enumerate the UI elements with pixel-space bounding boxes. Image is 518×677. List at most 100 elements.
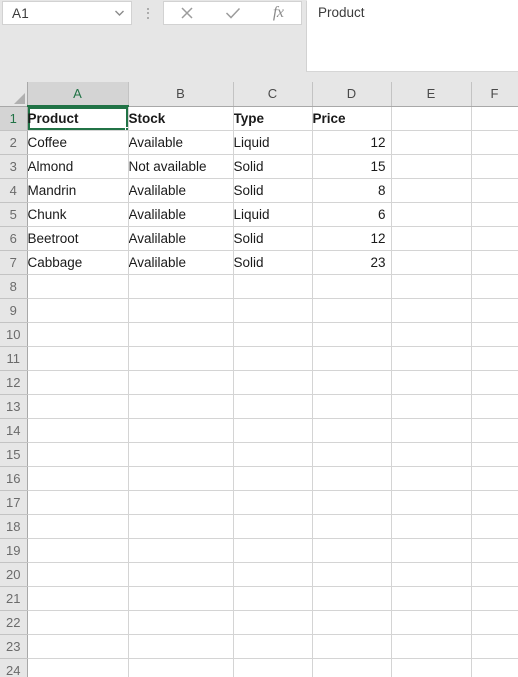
cell-b13[interactable] <box>128 394 234 419</box>
cell-e2[interactable] <box>391 130 472 155</box>
cell-e14[interactable] <box>391 418 472 443</box>
cell-c14[interactable] <box>233 418 313 443</box>
cell-c3[interactable]: Solid <box>233 154 313 179</box>
cell-f7[interactable] <box>471 250 518 275</box>
cell-c12[interactable] <box>233 370 313 395</box>
cell-a24[interactable] <box>27 658 129 677</box>
cell-f15[interactable] <box>471 442 518 467</box>
cell-e9[interactable] <box>391 298 472 323</box>
cell-e18[interactable] <box>391 514 472 539</box>
cell-f6[interactable] <box>471 226 518 251</box>
cell-b17[interactable] <box>128 490 234 515</box>
row-header-6[interactable]: 6 <box>0 226 28 251</box>
cell-b21[interactable] <box>128 586 234 611</box>
cell-d1[interactable]: Price <box>312 106 392 131</box>
row-header-10[interactable]: 10 <box>0 322 28 347</box>
cell-e19[interactable] <box>391 538 472 563</box>
cell-c17[interactable] <box>233 490 313 515</box>
column-header-b[interactable]: B <box>128 82 234 107</box>
cell-e17[interactable] <box>391 490 472 515</box>
row-header-17[interactable]: 17 <box>0 490 28 515</box>
cell-d17[interactable] <box>312 490 392 515</box>
cell-b14[interactable] <box>128 418 234 443</box>
cell-b11[interactable] <box>128 346 234 371</box>
cell-a16[interactable] <box>27 466 129 491</box>
column-header-e[interactable]: E <box>391 82 472 107</box>
cell-c19[interactable] <box>233 538 313 563</box>
cell-f18[interactable] <box>471 514 518 539</box>
spreadsheet-grid[interactable]: A B C D E F 1 Product Stock Type Price 2… <box>0 82 518 677</box>
cell-a3[interactable]: Almond <box>27 154 129 179</box>
cell-f10[interactable] <box>471 322 518 347</box>
cell-f22[interactable] <box>471 610 518 635</box>
row-header-11[interactable]: 11 <box>0 346 28 371</box>
cell-f12[interactable] <box>471 370 518 395</box>
cell-c24[interactable] <box>233 658 313 677</box>
cell-f1[interactable] <box>471 106 518 131</box>
cell-b3[interactable]: Not available <box>128 154 234 179</box>
cell-a14[interactable] <box>27 418 129 443</box>
row-header-2[interactable]: 2 <box>0 130 28 155</box>
cell-b1[interactable]: Stock <box>128 106 234 131</box>
cell-d9[interactable] <box>312 298 392 323</box>
row-header-5[interactable]: 5 <box>0 202 28 227</box>
cell-b12[interactable] <box>128 370 234 395</box>
row-header-23[interactable]: 23 <box>0 634 28 659</box>
cell-e23[interactable] <box>391 634 472 659</box>
cell-a13[interactable] <box>27 394 129 419</box>
cell-b18[interactable] <box>128 514 234 539</box>
cell-a20[interactable] <box>27 562 129 587</box>
vertical-ellipsis-icon[interactable] <box>142 4 154 22</box>
cell-c1[interactable]: Type <box>233 106 313 131</box>
cell-b2[interactable]: Available <box>128 130 234 155</box>
cell-d15[interactable] <box>312 442 392 467</box>
cell-c15[interactable] <box>233 442 313 467</box>
cell-f14[interactable] <box>471 418 518 443</box>
cell-e11[interactable] <box>391 346 472 371</box>
cell-c10[interactable] <box>233 322 313 347</box>
cell-f9[interactable] <box>471 298 518 323</box>
cell-b20[interactable] <box>128 562 234 587</box>
cell-e7[interactable] <box>391 250 472 275</box>
row-header-3[interactable]: 3 <box>0 154 28 179</box>
cell-d12[interactable] <box>312 370 392 395</box>
cell-d3[interactable]: 15 <box>312 154 392 179</box>
cell-d18[interactable] <box>312 514 392 539</box>
cell-b15[interactable] <box>128 442 234 467</box>
cell-d10[interactable] <box>312 322 392 347</box>
row-header-13[interactable]: 13 <box>0 394 28 419</box>
row-header-22[interactable]: 22 <box>0 610 28 635</box>
cell-a23[interactable] <box>27 634 129 659</box>
cell-f4[interactable] <box>471 178 518 203</box>
cell-d7[interactable]: 23 <box>312 250 392 275</box>
row-header-14[interactable]: 14 <box>0 418 28 443</box>
cell-a7[interactable]: Cabbage <box>27 250 129 275</box>
row-header-1[interactable]: 1 <box>0 106 28 131</box>
cell-e24[interactable] <box>391 658 472 677</box>
cell-a21[interactable] <box>27 586 129 611</box>
cell-d11[interactable] <box>312 346 392 371</box>
cell-c2[interactable]: Liquid <box>233 130 313 155</box>
cell-a9[interactable] <box>27 298 129 323</box>
row-header-16[interactable]: 16 <box>0 466 28 491</box>
row-header-24[interactable]: 24 <box>0 658 28 677</box>
cell-d14[interactable] <box>312 418 392 443</box>
cell-e15[interactable] <box>391 442 472 467</box>
cell-e8[interactable] <box>391 274 472 299</box>
cell-b8[interactable] <box>128 274 234 299</box>
cell-e13[interactable] <box>391 394 472 419</box>
formula-input[interactable]: Product <box>306 0 518 72</box>
row-header-19[interactable]: 19 <box>0 538 28 563</box>
cell-d8[interactable] <box>312 274 392 299</box>
fill-handle[interactable] <box>124 126 127 129</box>
cell-c11[interactable] <box>233 346 313 371</box>
cell-e16[interactable] <box>391 466 472 491</box>
cell-f11[interactable] <box>471 346 518 371</box>
cell-c23[interactable] <box>233 634 313 659</box>
cell-a5[interactable]: Chunk <box>27 202 129 227</box>
cell-f21[interactable] <box>471 586 518 611</box>
cell-d23[interactable] <box>312 634 392 659</box>
cell-c21[interactable] <box>233 586 313 611</box>
fx-insert-function-icon[interactable]: fx <box>255 2 301 24</box>
column-header-a[interactable]: A <box>27 82 129 107</box>
